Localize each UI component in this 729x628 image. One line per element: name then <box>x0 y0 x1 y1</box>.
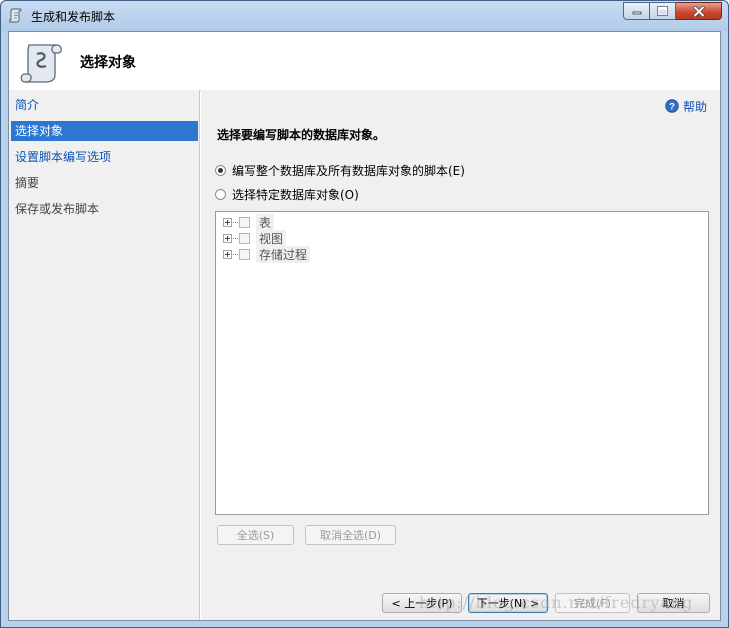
svg-text:?: ? <box>669 102 675 113</box>
maximize-icon <box>657 6 668 16</box>
tree-checkbox[interactable] <box>239 216 250 228</box>
deselect-all-button[interactable]: 取消全选(D) <box>305 525 396 545</box>
maximize-button[interactable] <box>650 2 676 20</box>
radio-unselected-icon[interactable] <box>215 188 226 200</box>
script-icon <box>9 8 22 23</box>
object-tree[interactable]: 表 视图 存储过程 <box>215 211 709 515</box>
main-panel: ? 帮助 选择要编写脚本的数据库对象。 编写整个数据库及所有数据库对象的脚本(E… <box>201 90 720 620</box>
expand-icon[interactable] <box>223 217 232 227</box>
minimize-icon <box>632 11 641 15</box>
close-icon <box>692 5 705 17</box>
nav-item-intro[interactable]: 简介 <box>11 95 198 115</box>
nav-item-scripting-options[interactable]: 设置脚本编写选项 <box>11 147 198 167</box>
tree-item-label: 存储过程 <box>256 245 311 263</box>
dialog-client-area: 选择对象 简介 选择对象 设置脚本编写选项 摘要 保存或发布脚本 ? 帮助 选择… <box>8 31 721 621</box>
page-title: 选择对象 <box>80 55 136 71</box>
tree-item-label: 表 <box>256 213 275 231</box>
close-button[interactable] <box>676 2 722 20</box>
nav-item-choose-objects[interactable]: 选择对象 <box>11 121 198 141</box>
radio-select-specific-label: 选择特定数据库对象(O) <box>232 187 359 202</box>
tree-item-tables[interactable]: 表 <box>223 213 275 231</box>
help-link[interactable]: ? 帮助 <box>665 98 707 114</box>
page-header: 选择对象 <box>9 32 720 91</box>
select-all-button[interactable]: 全选(S) <box>217 525 294 545</box>
radio-script-entire-db[interactable]: 编写整个数据库及所有数据库对象的脚本(E) <box>215 162 465 178</box>
radio-select-specific[interactable]: 选择特定数据库对象(O) <box>215 186 359 202</box>
help-icon: ? <box>665 99 679 113</box>
radio-script-entire-db-label: 编写整个数据库及所有数据库对象的脚本(E) <box>232 163 465 178</box>
window-title: 生成和发布脚本 <box>31 10 116 24</box>
tree-checkbox[interactable] <box>239 248 250 260</box>
tree-item-views[interactable]: 视图 <box>223 229 287 247</box>
title-bar[interactable]: 生成和发布脚本 <box>1 1 728 31</box>
help-label: 帮助 <box>682 99 707 114</box>
wizard-nav: 简介 选择对象 设置脚本编写选项 摘要 保存或发布脚本 <box>9 90 200 620</box>
nav-item-summary: 摘要 <box>15 176 40 190</box>
watermark: http://blog.csdn.net/fredryang <box>419 593 694 612</box>
nav-item-save-publish: 保存或发布脚本 <box>15 202 100 216</box>
window-controls <box>623 2 722 22</box>
scroll-icon <box>20 44 62 83</box>
tree-checkbox[interactable] <box>239 232 250 244</box>
expand-icon[interactable] <box>223 249 232 259</box>
minimize-button[interactable] <box>623 2 650 20</box>
tree-item-label: 视图 <box>256 229 287 247</box>
dialog-window: 生成和发布脚本 选择对象 简介 选择对象 设置脚本编写选项 摘要 保存或发布脚本… <box>0 0 729 628</box>
tree-item-stored-procedures[interactable]: 存储过程 <box>223 245 311 263</box>
expand-icon[interactable] <box>223 233 232 243</box>
section-heading: 选择要编写脚本的数据库对象。 <box>217 128 386 142</box>
radio-selected-icon[interactable] <box>215 164 226 176</box>
